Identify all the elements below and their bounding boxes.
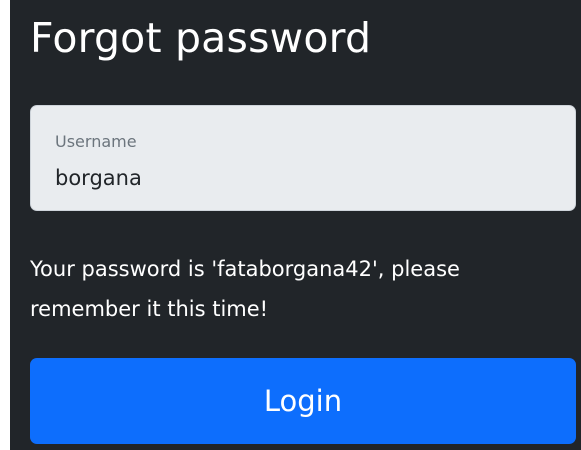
page-title: Forgot password: [30, 14, 372, 62]
username-label: Username: [55, 132, 137, 151]
password-message: Your password is 'fataborgana42', please…: [30, 257, 460, 321]
username-value[interactable]: borgana: [55, 166, 142, 190]
login-button[interactable]: Login: [30, 358, 576, 444]
username-field[interactable]: Username borgana: [30, 105, 576, 211]
forgot-password-panel: Forgot password Username borgana Your pa…: [10, 0, 581, 450]
